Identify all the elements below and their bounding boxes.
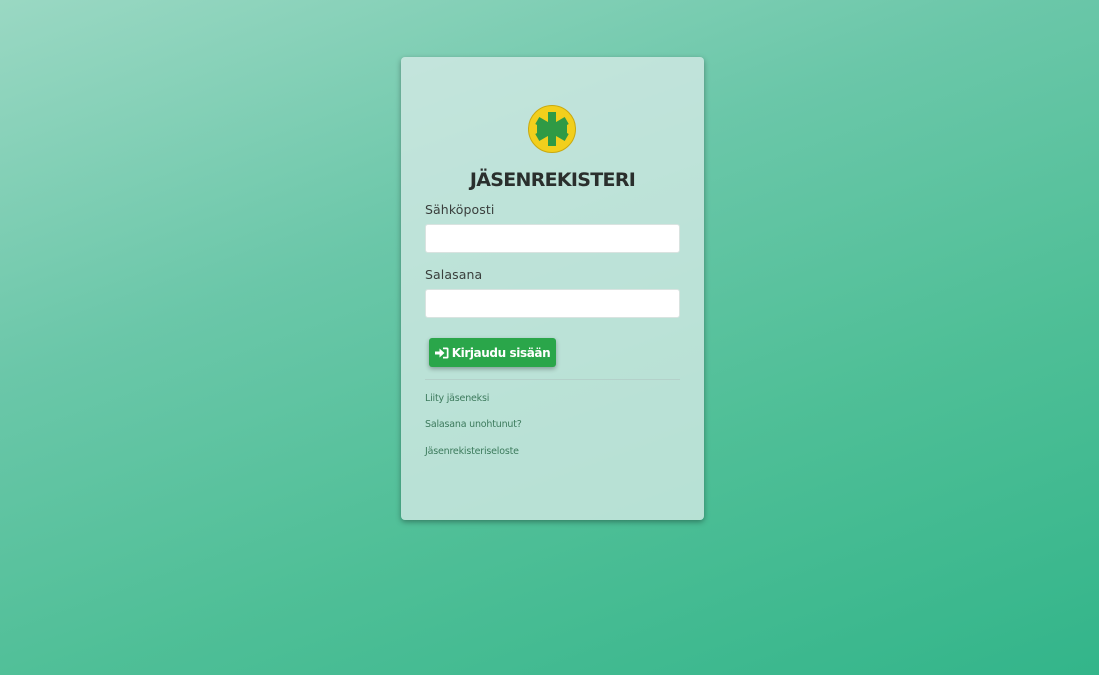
sign-in-icon	[434, 347, 449, 358]
divider	[425, 379, 680, 380]
join-member-link[interactable]: Liity jäseneksi	[425, 393, 489, 404]
asterisk-logo-icon	[528, 105, 576, 153]
email-field[interactable]	[425, 224, 680, 253]
login-button-label: Kirjaudu sisään	[451, 345, 551, 360]
login-card: JÄSENREKISTERI Sähköposti Salasana Kirja…	[401, 57, 704, 520]
email-label: Sähköposti	[425, 202, 495, 217]
page-title: JÄSENREKISTERI	[469, 169, 636, 191]
privacy-statement-link[interactable]: Jäsenrekisteriseloste	[425, 446, 519, 457]
login-button[interactable]: Kirjaudu sisään	[429, 338, 556, 367]
password-label: Salasana	[425, 267, 483, 282]
password-field[interactable]	[425, 289, 680, 318]
forgot-password-link[interactable]: Salasana unohtunut?	[425, 419, 522, 430]
